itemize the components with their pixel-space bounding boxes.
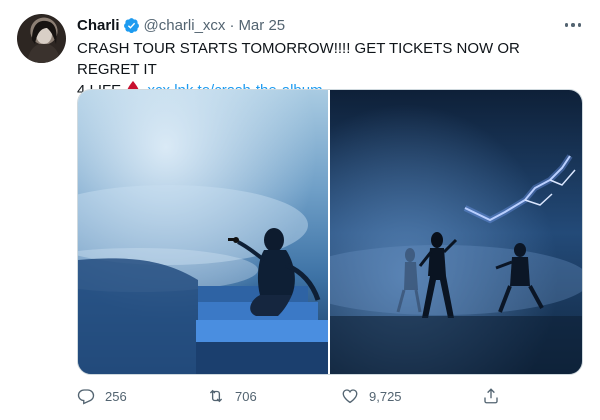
stage-photo-left-icon — [78, 90, 328, 374]
like-button[interactable]: 9,725 — [341, 384, 402, 408]
like-count: 9,725 — [369, 388, 402, 404]
avatar[interactable] — [17, 14, 66, 63]
share-icon — [484, 388, 498, 404]
heart-icon — [342, 389, 358, 404]
reply-icon — [77, 389, 95, 405]
tweet-media[interactable] — [77, 89, 583, 375]
tweet-photo-2[interactable] — [330, 90, 582, 374]
tweet-date[interactable]: Mar 25 — [238, 17, 285, 34]
avatar-photo-icon — [27, 20, 61, 63]
author-handle[interactable]: @charli_xcx — [144, 17, 226, 34]
more-options-icon[interactable] — [560, 18, 586, 32]
author-name[interactable]: Charli — [77, 17, 120, 34]
retweet-button[interactable]: 706 — [207, 384, 257, 408]
tweet-text-line1: CRASH TOUR STARTS TOMORROW!!!! GET TICKE… — [77, 40, 520, 78]
reply-count: 256 — [105, 388, 127, 404]
tweet-header: Charli @charli_xcx · Mar 25 — [77, 14, 285, 36]
tweet-actions: 256 706 9,725 — [77, 384, 507, 408]
retweet-count: 706 — [235, 388, 257, 404]
retweet-icon — [209, 389, 223, 403]
tweet[interactable]: Charli @charli_xcx · Mar 25 CRASH TOUR S… — [0, 0, 600, 420]
reply-button[interactable]: 256 — [77, 384, 127, 408]
stage-photo-right-icon — [330, 90, 582, 374]
separator-dot: · — [229, 16, 235, 34]
share-button[interactable] — [482, 384, 500, 408]
tweet-photo-1[interactable] — [78, 90, 328, 374]
verified-badge-icon — [123, 17, 139, 33]
